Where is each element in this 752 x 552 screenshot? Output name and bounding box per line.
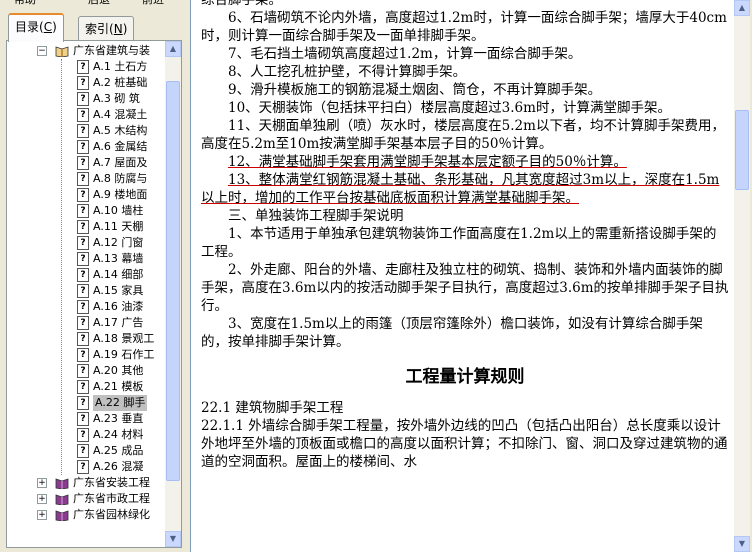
help-page-icon: ? <box>77 140 89 154</box>
tab-contents[interactable]: 目录(C) <box>8 13 64 42</box>
scroll-down-button[interactable]: ▼ <box>165 531 181 547</box>
nav-tabs: 目录(C) 索引(N) <box>4 12 184 42</box>
scroll-thumb[interactable] <box>735 110 749 190</box>
help-page-icon: ? <box>77 204 89 218</box>
tree-scrollbar[interactable]: ▲ ▼ <box>165 41 181 547</box>
tree-item-label: A.23 垂直 <box>93 412 144 425</box>
tree-item-label: A.2 桩基础 <box>93 76 148 89</box>
tree-item-label: A.19 石作工 <box>93 348 155 361</box>
paragraph: 8、人工挖孔桩护壁，不得计算脚手架。 <box>228 64 467 80</box>
help-page-icon: ? <box>77 348 89 362</box>
tree-node-label: 广东省建筑与装 <box>73 44 150 57</box>
paragraph: 6、石墙砌筑不论内外墙，高度超过1.2m时，计算一面综合脚手架；墙厚大于40cm… <box>201 10 727 44</box>
expand-icon[interactable]: + <box>37 478 47 488</box>
content-pane: 综合脚手架。 6、石墙砌筑不论内外墙，高度超过1.2m时，计算一面综合脚手架；墙… <box>190 0 735 552</box>
menu-back[interactable]: 后退 <box>88 0 110 5</box>
help-page-icon: ? <box>77 300 89 314</box>
help-page-icon: ? <box>77 460 89 474</box>
rule-text: 22.1.1 外墙综合脚手架工程量，按外墙外边线的凹凸（包括凸出阳台）总长度乘以… <box>201 418 728 470</box>
paragraph: 7、毛石挡土墙砌筑高度超过1.2m，计算一面综合脚手架。 <box>228 46 582 62</box>
help-page-icon: ? <box>77 396 89 410</box>
rules-heading: 工程量计算规则 <box>405 367 525 387</box>
tree-item-label: A.26 混凝 <box>93 460 144 473</box>
tree-item-label: A.6 金属结 <box>93 140 148 153</box>
help-page-icon: ? <box>77 364 89 378</box>
tree-item-label: A.4 混凝土 <box>93 108 148 121</box>
contents-tree: − 广东省建筑与装? A.1 土石方? A.2 桩基础? A.3 砌 筑? A.4 混凝土… <box>7 41 165 547</box>
open-book-icon <box>55 45 69 58</box>
help-page-icon: ? <box>77 332 89 346</box>
paragraph: 2、外走廊、阳台的外墙、走廊柱及独立柱的砌筑、捣制、装饰和外墙内面装饰的脚手架，… <box>201 262 729 314</box>
tree-item-label: A.20 其他 <box>93 364 144 377</box>
help-page-icon: ? <box>77 428 89 442</box>
paragraph: 3、宽度在1.5m以上的雨篷（顶层帘篷除外）檐口装饰，如没有计算综合脚手架的，按… <box>201 316 703 350</box>
tree-item-label: A.5 木结构 <box>93 124 148 137</box>
tree-item-label: A.21 模板 <box>93 380 144 393</box>
collapse-icon[interactable]: − <box>37 46 47 56</box>
tree-item-label: A.25 成品 <box>93 444 144 457</box>
tree-node-label: 广东省市政工程 <box>73 492 150 505</box>
help-page-icon: ? <box>77 220 89 234</box>
tree-item-label: A.16 油漆 <box>93 300 144 313</box>
tree-item-label: A.14 细部 <box>93 268 144 281</box>
paragraph: 10、天棚装饰（包括抹平扫白）楼层高度超过3.6m时，计算满堂脚手架。 <box>228 100 671 116</box>
tree-item-label: A.11 天棚 <box>93 220 144 233</box>
help-page-icon: ? <box>77 268 89 282</box>
tree-item-label: A.13 幕墙 <box>93 252 144 265</box>
content-scrollbar[interactable]: ▲ ▼ <box>734 0 750 552</box>
paragraph: 12、满堂基础脚手架套用满堂脚手架基本层定额子目的50％计算。 <box>228 154 627 170</box>
document-text: 综合脚手架。 6、石墙砌筑不论内外墙，高度超过1.2m时，计算一面综合脚手架；墙… <box>201 0 729 471</box>
help-page-icon: ? <box>77 92 89 106</box>
paragraph: 1、本节适用于单独承包建筑物装饰工作面高度在1.2m以上的需重新搭设脚手架的工程… <box>201 226 717 260</box>
help-page-icon: ? <box>77 124 89 138</box>
help-page-icon: ? <box>77 284 89 298</box>
tree-item-label: A.12 门窗 <box>93 236 144 249</box>
menu-help[interactable]: 帮助 <box>14 0 36 5</box>
tree-item-label: A.9 楼地面 <box>93 188 148 201</box>
scroll-up-button[interactable]: ▲ <box>165 41 181 57</box>
paragraph: 13、整体满堂红钢筋混凝土基础、条形基础，凡其宽度超过3m以上，深度在1.5m以… <box>201 172 720 206</box>
help-page-icon: ? <box>77 444 89 458</box>
help-page-icon: ? <box>77 76 89 90</box>
help-page-icon: ? <box>77 156 89 170</box>
tree-item-label: A.1 土石方 <box>93 60 148 73</box>
tree-item-label: A.3 砌 筑 <box>93 92 140 105</box>
tree-item-label: A.15 家具 <box>93 284 144 297</box>
menu-forward[interactable]: 前进 <box>142 0 164 5</box>
expand-icon[interactable]: + <box>37 510 47 520</box>
tree-item-label: A.10 墙柱 <box>93 204 144 217</box>
help-page-icon: ? <box>77 412 89 426</box>
help-page-icon: ? <box>77 252 89 266</box>
rule-title: 22.1 建筑物脚手架工程 <box>201 400 344 416</box>
contents-panel: − 广东省建筑与装? A.1 土石方? A.2 桩基础? A.3 砌 筑? A.4 混凝土… <box>6 40 182 548</box>
closed-book-icon <box>55 477 69 490</box>
paragraph: 11、天棚面单独刷（喷）灰水时，楼层高度在5.2m以下者，均不计算脚手架费用，高… <box>201 118 725 152</box>
paragraph: 9、滑升模板施工的钢筋混凝土烟囱、筒仓，不再计算脚手架。 <box>228 82 602 98</box>
paragraph: 综合脚手架。 <box>201 0 282 8</box>
tree-item-label: A.22 脚手 <box>93 395 148 411</box>
help-page-icon: ? <box>77 172 89 186</box>
help-page-icon: ? <box>77 108 89 122</box>
help-page-icon: ? <box>77 188 89 202</box>
expand-icon[interactable]: + <box>37 494 47 504</box>
tree-item-label: A.7 屋面及 <box>93 156 148 169</box>
tree-item-label: A.18 景观工 <box>93 332 155 345</box>
tree-item-label: A.8 防腐与 <box>93 172 148 185</box>
tree-item-label: A.17 广告 <box>93 316 144 329</box>
scroll-down-button[interactable]: ▼ <box>734 536 750 552</box>
tree-node-label: 广东省园林绿化 <box>73 508 150 521</box>
closed-book-icon <box>55 509 69 522</box>
tree-node-label: 广东省安装工程 <box>73 476 150 489</box>
scroll-thumb[interactable] <box>166 81 180 481</box>
tree-item-label: A.24 材料 <box>93 428 144 441</box>
closed-book-icon <box>55 493 69 506</box>
scroll-up-button[interactable]: ▲ <box>734 0 750 16</box>
help-page-icon: ? <box>77 236 89 250</box>
help-page-icon: ? <box>77 380 89 394</box>
help-page-icon: ? <box>77 316 89 330</box>
help-page-icon: ? <box>77 60 89 74</box>
section-heading: 三、单独装饰工程脚手架说明 <box>228 208 404 224</box>
tab-index[interactable]: 索引(N) <box>78 16 135 41</box>
